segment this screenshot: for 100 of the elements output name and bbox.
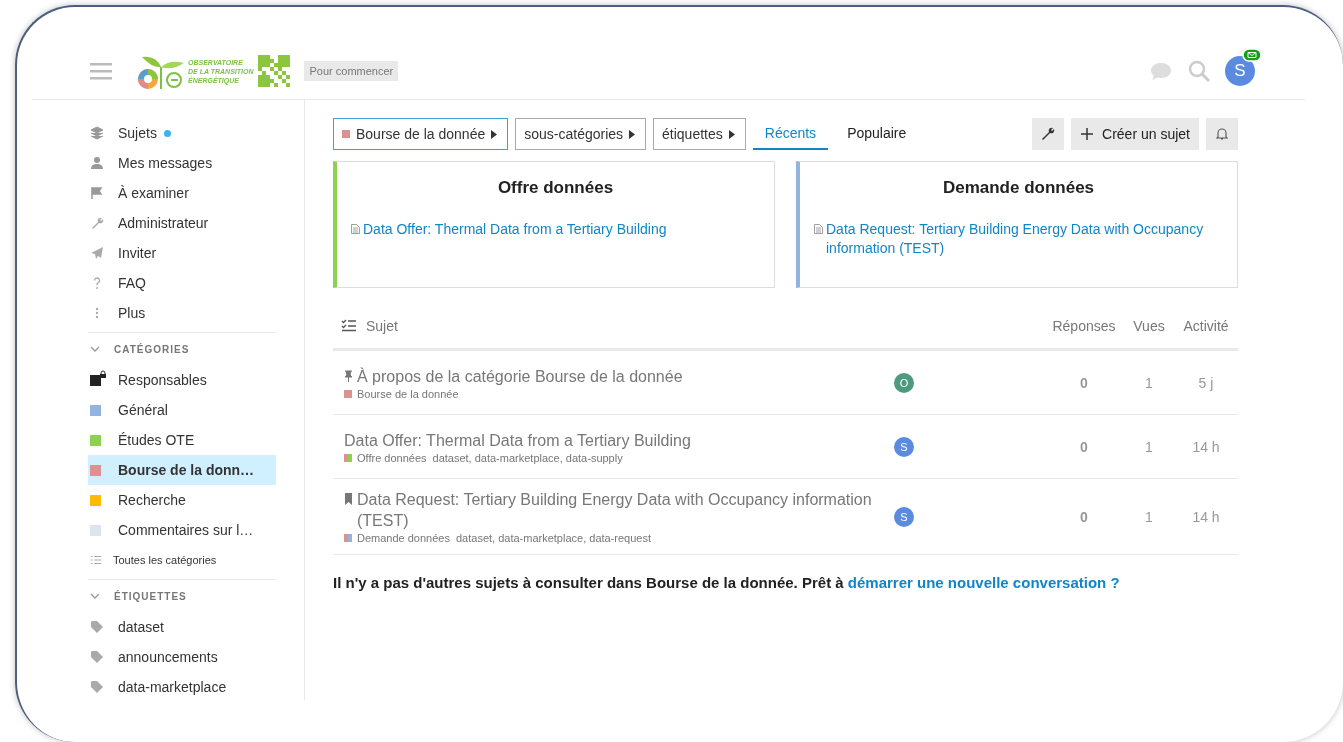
tag-label: dataset xyxy=(118,619,164,635)
column-header[interactable]: Sujet xyxy=(366,317,398,334)
sidebar-nav-item[interactable]: Plus xyxy=(90,298,276,328)
category-label: Responsables xyxy=(118,372,207,388)
views-count: 1 xyxy=(1144,438,1154,455)
bookmark-icon xyxy=(344,493,353,505)
nav-label: FAQ xyxy=(118,275,146,291)
nav-label: Administrateur xyxy=(118,215,209,231)
sidebar-nav-item[interactable]: Sujets xyxy=(90,118,276,148)
get-started-button[interactable]: Pour commencer xyxy=(304,61,399,81)
category-item[interactable]: Recherche xyxy=(88,485,276,515)
featured-title: Offre données xyxy=(496,178,615,198)
category-link[interactable]: Demande données xyxy=(357,532,450,544)
section-title: ÉTIQUETTES xyxy=(114,590,187,602)
views-count: 1 xyxy=(1144,374,1154,391)
admin-button[interactable] xyxy=(1032,118,1065,150)
caret-icon xyxy=(728,129,735,139)
list-tab[interactable]: Populaire xyxy=(835,118,919,150)
caret-icon xyxy=(491,129,498,139)
sidebar-nav-item[interactable]: À examiner xyxy=(90,178,276,208)
no-more-topics-text: Il n'y a pas d'autres sujets à consulter dans Bourse de la donnée. Prêt à démarrer une nouvelle conversation ? xyxy=(333,574,1121,591)
category-item[interactable]: Commentaires sur l… xyxy=(88,515,276,545)
document-icon xyxy=(351,224,360,234)
bell-icon xyxy=(1215,127,1229,141)
topic-title-link[interactable]: À propos de la catégorie Bourse de la donnée xyxy=(357,365,683,387)
subcategories-dropdown[interactable]: sous-catégories xyxy=(515,118,647,150)
category-label: Général xyxy=(118,402,168,418)
menu-icon[interactable] xyxy=(90,62,112,80)
new-conversation-link[interactable]: démarrer une nouvelle conversation ? xyxy=(847,574,1120,591)
sidebar-nav-item[interactable]: Administrateur xyxy=(90,208,276,238)
featured-topic-link[interactable]: Data Request: Tertiary Building Energy Data with Occupancy information (TEST) xyxy=(826,220,1223,258)
notification-button[interactable] xyxy=(1206,118,1238,150)
tag-icon xyxy=(90,650,104,664)
nav-label: Plus xyxy=(118,305,146,321)
topic-title-link[interactable]: Data Offer: Thermal Data from a Tertiary Building xyxy=(344,429,691,451)
wrench-icon xyxy=(90,216,104,230)
category-label: Études OTE xyxy=(118,432,195,448)
poster-avatar[interactable]: S xyxy=(894,506,914,527)
paper-plane-icon xyxy=(90,246,104,260)
search-icon[interactable] xyxy=(1187,59,1211,83)
section-header[interactable]: CATÉGORIES xyxy=(90,333,276,365)
topic-title-link[interactable]: Data Request: Tertiary Building Energy Data with Occupancy information (TEST) xyxy=(357,489,894,531)
layers-icon xyxy=(90,126,104,140)
tag-label: data-marketplace xyxy=(118,679,227,695)
sidebar-nav-item[interactable]: FAQ xyxy=(90,268,276,298)
replies-count: 0 xyxy=(1079,508,1089,525)
nav-label: Sujets xyxy=(118,125,157,141)
tag-item[interactable]: dataset xyxy=(90,612,276,642)
user-avatar[interactable]: S xyxy=(1225,56,1255,86)
list-tab[interactable]: Récents xyxy=(752,118,829,150)
person-icon xyxy=(90,156,104,170)
nav-label: Mes messages xyxy=(118,155,213,171)
topic-tags[interactable]: dataset, data-marketplace, data-request xyxy=(455,532,652,544)
column-header[interactable]: Réponses xyxy=(1044,317,1124,334)
flag-icon xyxy=(90,186,104,200)
category-item[interactable]: Général xyxy=(88,395,276,425)
lock-icon xyxy=(99,369,107,378)
activity-time[interactable]: 5 j xyxy=(1174,374,1238,391)
wrench-icon xyxy=(1041,127,1056,141)
all-categories-label: Toutes les catégories xyxy=(113,554,217,566)
caret-icon xyxy=(629,129,636,139)
chevron-icon xyxy=(90,591,100,601)
all-categories-link[interactable]: Toutes les catégories xyxy=(88,545,276,575)
category-link[interactable]: Bourse de la donnée xyxy=(357,387,459,400)
featured-topic-link[interactable]: Data Offer: Thermal Data from a Tertiary Building xyxy=(363,220,667,239)
category-label: Recherche xyxy=(118,492,186,508)
replies-count: 0 xyxy=(1079,374,1089,391)
poster-avatar[interactable]: O xyxy=(894,372,914,393)
nav-label: À examiner xyxy=(118,185,189,201)
document-icon xyxy=(814,224,823,234)
sidebar-nav-item[interactable]: Inviter xyxy=(90,238,276,268)
pin-icon xyxy=(344,369,353,382)
column-header[interactable]: Vues xyxy=(1124,317,1174,334)
tag-icon xyxy=(90,680,104,694)
replies-count: 0 xyxy=(1079,438,1089,455)
category-label: Commentaires sur l… xyxy=(118,522,254,538)
plus-icon xyxy=(1080,127,1095,141)
column-header[interactable]: Activité xyxy=(1174,317,1238,334)
sidebar-nav-item[interactable]: Mes messages xyxy=(90,148,276,178)
activity-time[interactable]: 14 h xyxy=(1174,438,1238,455)
category-label: Bourse de la donn… xyxy=(118,462,255,478)
poster-avatar[interactable]: S xyxy=(894,436,914,457)
tag-icon xyxy=(90,620,104,634)
category-link[interactable]: Offre données xyxy=(357,451,427,464)
tag-item[interactable]: data-marketplace xyxy=(90,672,276,702)
activity-time[interactable]: 14 h xyxy=(1174,508,1238,525)
create-topic-button[interactable]: Créer un sujet xyxy=(1071,118,1199,150)
section-header[interactable]: ÉTIQUETTES xyxy=(90,580,276,612)
tag-label: announcements xyxy=(118,649,218,665)
qr-code-icon xyxy=(258,54,291,88)
category-item[interactable]: Études OTE xyxy=(88,425,276,455)
category-item[interactable]: Responsables xyxy=(88,365,276,395)
section-title: CATÉGORIES xyxy=(114,343,190,355)
chevron-icon xyxy=(90,344,100,354)
category-dropdown[interactable]: Bourse de la donnée xyxy=(333,118,509,150)
checklist-icon xyxy=(341,319,356,332)
topic-tags[interactable]: dataset, data-marketplace, data-supply xyxy=(432,451,623,464)
tag-item[interactable]: announcements xyxy=(90,642,276,672)
tags-dropdown[interactable]: étiquettes xyxy=(653,118,746,150)
category-item[interactable]: Bourse de la donn… xyxy=(88,455,276,485)
